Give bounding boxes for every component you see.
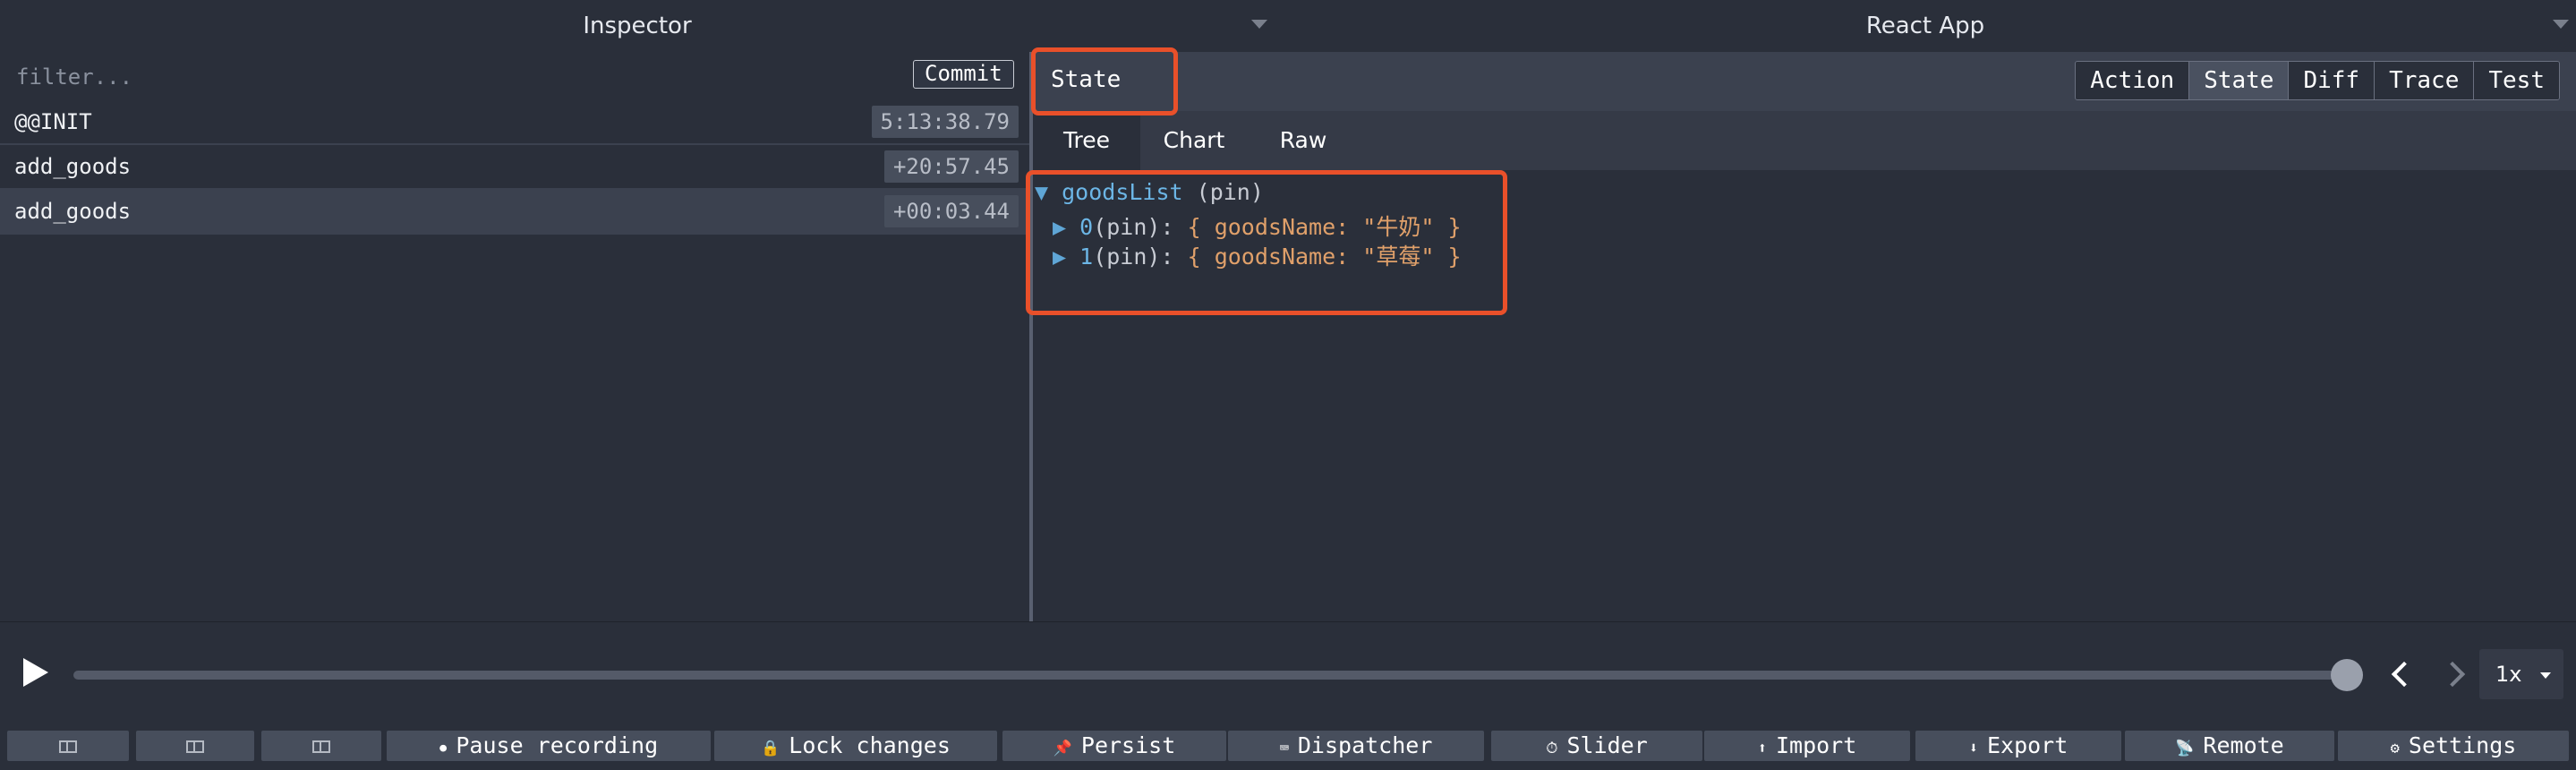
monitor-header: State Action State Diff Trace Test xyxy=(1033,52,2576,111)
play-icon[interactable] xyxy=(23,658,48,687)
pause-recording-button[interactable]: ⏺ Pause recording xyxy=(387,731,711,761)
layout-left-icon xyxy=(59,740,77,753)
slider-row: 1x xyxy=(0,621,2576,719)
slider-button[interactable]: ⏱ Slider xyxy=(1491,731,1702,761)
action-item[interactable]: add_goods +20:57.45 xyxy=(0,145,1029,190)
action-time: +20:57.45 xyxy=(883,150,1019,183)
antenna-icon: 📡 xyxy=(2175,740,2195,757)
expand-arrow-icon[interactable]: ▼ xyxy=(1035,179,1048,205)
clock-icon: ⏱ xyxy=(1546,740,1558,757)
top-bar: Inspector React App xyxy=(0,0,2576,53)
dispatcher-label: Dispatcher xyxy=(1297,732,1433,758)
persist-button[interactable]: 📌 Persist xyxy=(1002,731,1226,761)
commit-button[interactable]: Commit xyxy=(913,60,1014,89)
lock-changes-button[interactable]: 🔒 Lock changes xyxy=(714,731,997,761)
gear-icon: ⚙ xyxy=(2390,740,2400,757)
chevron-down-icon xyxy=(1251,20,1267,29)
tree-brace-open: { xyxy=(1187,214,1201,240)
remote-label: Remote xyxy=(2203,732,2284,758)
tab-raw[interactable]: Raw xyxy=(1248,111,1359,170)
previous-icon[interactable] xyxy=(2386,658,2417,689)
monitor-select[interactable]: Inspector xyxy=(0,0,1275,52)
action-name: add_goods xyxy=(14,154,132,179)
speed-value: 1x xyxy=(2495,662,2522,687)
collapsed-arrow-icon[interactable]: ▶ xyxy=(1053,214,1066,240)
action-time: +00:03.44 xyxy=(883,195,1019,227)
layout-right-button[interactable] xyxy=(136,731,254,761)
layout-left-button[interactable] xyxy=(7,731,129,761)
filter-input[interactable] xyxy=(14,59,823,95)
tree-value: "牛奶" xyxy=(1362,214,1435,240)
layout-right-icon xyxy=(186,740,204,753)
chevron-down-icon xyxy=(2553,20,2569,29)
monitor-title: State xyxy=(1051,66,1122,93)
next-icon[interactable] xyxy=(2440,658,2470,689)
tab-action[interactable]: Action xyxy=(2076,62,2190,99)
tree-pin[interactable]: (pin): xyxy=(1093,244,1173,270)
slider-thumb[interactable] xyxy=(2331,659,2363,691)
tree-brace-close: } xyxy=(1447,214,1462,240)
instance-select[interactable]: React App xyxy=(1275,0,2576,52)
upload-icon: ⬆ xyxy=(1757,740,1767,757)
action-time: 5:13:38.79 xyxy=(871,106,1019,138)
pause-recording-label: Pause recording xyxy=(456,732,659,758)
filter-row: Commit xyxy=(0,52,1029,100)
view-tabs: Tree Chart Raw xyxy=(1033,111,2576,170)
tab-diff[interactable]: Diff xyxy=(2289,62,2376,99)
action-name: add_goods xyxy=(14,199,132,224)
export-label: Export xyxy=(1986,732,2068,758)
slider-track[interactable] xyxy=(73,671,2347,680)
dispatcher-button[interactable]: ⌨ Dispatcher xyxy=(1228,731,1484,761)
tab-chart[interactable]: Chart xyxy=(1140,111,1248,170)
layout-bottom-button[interactable] xyxy=(261,731,381,761)
import-button[interactable]: ⬆ Import xyxy=(1704,731,1910,761)
remote-button[interactable]: 📡 Remote xyxy=(2125,731,2334,761)
tab-test[interactable]: Test xyxy=(2474,62,2559,99)
slider-label: Slider xyxy=(1566,732,1648,758)
tab-trace[interactable]: Trace xyxy=(2375,62,2475,99)
tree-node[interactable]: ▶ 0(pin): { goodsName: "牛奶" } xyxy=(1053,210,1462,242)
tree-node-root[interactable]: ▼ goodsList (pin) xyxy=(1035,179,1264,205)
tab-tree[interactable]: Tree xyxy=(1033,111,1140,170)
import-label: Import xyxy=(1775,732,1857,758)
tree-pin[interactable]: (pin): xyxy=(1093,214,1173,240)
pin-icon: 📌 xyxy=(1053,740,1072,757)
lock-icon: 🔒 xyxy=(761,740,780,757)
action-item-selected[interactable]: add_goods +00:03.44 xyxy=(0,190,1029,235)
tree-brace-open: { xyxy=(1187,244,1201,270)
persist-label: Persist xyxy=(1080,732,1176,758)
tree-field: goodsName: xyxy=(1214,244,1350,270)
pause-icon: ⏺ xyxy=(439,740,448,757)
keyboard-icon: ⌨ xyxy=(1279,740,1289,757)
tree-key: 1 xyxy=(1079,244,1094,270)
instance-select-label: React App xyxy=(1865,13,1985,39)
tab-state[interactable]: State xyxy=(2189,62,2290,99)
state-tree: ▼ goodsList (pin) ▶ 0(pin): { goodsName:… xyxy=(1033,170,2576,621)
tree-node[interactable]: ▶ 1(pin): { goodsName: "草莓" } xyxy=(1053,239,1462,271)
speed-select[interactable]: 1x xyxy=(2479,649,2563,699)
lock-changes-label: Lock changes xyxy=(789,732,951,758)
download-icon: ⬇ xyxy=(1968,740,1978,757)
settings-label: Settings xyxy=(2408,732,2517,758)
layout-bottom-icon xyxy=(312,740,330,753)
monitor-select-label: Inspector xyxy=(583,13,692,39)
tree-brace-close: } xyxy=(1447,244,1462,270)
tree-pin[interactable]: (pin) xyxy=(1197,179,1264,205)
chevron-down-icon xyxy=(2540,672,2551,679)
action-name: @@INIT xyxy=(14,109,92,134)
mode-tabs: Action State Diff Trace Test xyxy=(2075,61,2560,100)
tree-field: goodsName: xyxy=(1214,214,1350,240)
settings-button[interactable]: ⚙ Settings xyxy=(2338,731,2569,761)
action-list-pane: Commit @@INIT 5:13:38.79 add_goods +20:5… xyxy=(0,52,1033,621)
action-item[interactable]: @@INIT 5:13:38.79 xyxy=(0,100,1029,145)
bottom-toolbar: ⏺ Pause recording 🔒 Lock changes 📌 Persist … xyxy=(0,718,2576,770)
tree-key: goodsList xyxy=(1062,179,1183,205)
export-button[interactable]: ⬇ Export xyxy=(1915,731,2121,761)
collapsed-arrow-icon[interactable]: ▶ xyxy=(1053,244,1066,270)
tree-key: 0 xyxy=(1079,214,1094,240)
tree-value: "草莓" xyxy=(1362,244,1435,270)
